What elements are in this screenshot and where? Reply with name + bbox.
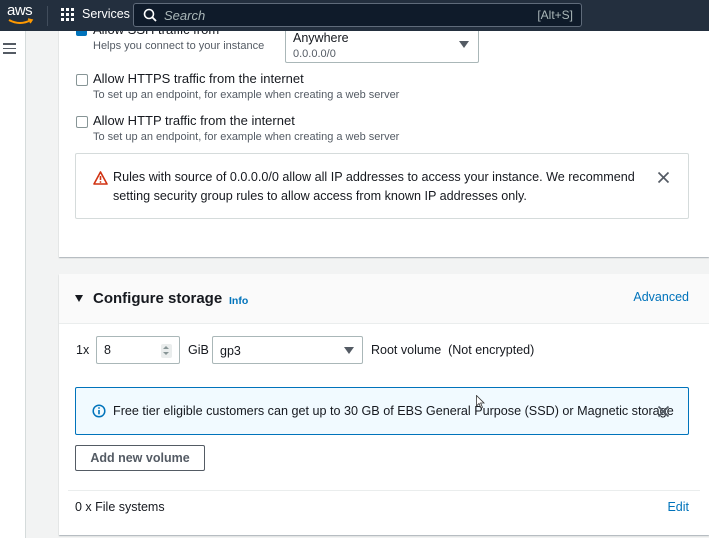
root-volume-row: 1x GiB gp3 Root volume (Not encrypted)	[59, 336, 709, 366]
spinner-icon[interactable]	[161, 344, 172, 358]
menu-icon[interactable]	[3, 43, 16, 54]
aws-logo[interactable]: aws	[7, 2, 37, 28]
https-label: Allow HTTPS traffic from the internet	[93, 71, 304, 86]
file-systems-label: 0 x File systems	[75, 500, 165, 514]
warning-message: Rules with source of 0.0.0.0/0 allow all…	[113, 170, 635, 203]
add-new-volume-button[interactable]: Add new volume	[75, 445, 205, 471]
advanced-link[interactable]: Advanced	[633, 290, 689, 304]
spinner-down-icon[interactable]	[163, 352, 169, 355]
http-checkbox[interactable]	[76, 116, 88, 128]
volume-count: 1x	[76, 343, 90, 357]
sidebar	[0, 31, 26, 538]
search-icon	[143, 8, 157, 22]
ssh-description: Helps you connect to your instance	[93, 40, 265, 52]
nav-divider	[47, 6, 48, 26]
aws-logo-text: aws	[7, 2, 33, 19]
http-label: Allow HTTP traffic from the internet	[93, 113, 295, 128]
services-grid-icon	[61, 7, 74, 21]
volume-type-select[interactable]: gp3	[212, 336, 363, 364]
top-nav: aws Services [Alt+S]	[0, 0, 709, 31]
mouse-pointer-icon	[476, 395, 485, 409]
services-label: Services	[82, 7, 130, 21]
storage-info-link[interactable]: Info	[229, 295, 248, 307]
http-description: To set up an endpoint, for example when …	[93, 131, 400, 143]
search-shortcut-hint: [Alt+S]	[537, 8, 573, 22]
services-menu-button[interactable]: Services	[61, 7, 130, 21]
https-description: To set up an endpoint, for example when …	[93, 89, 400, 101]
ssh-source-cidr: 0.0.0.0/0	[293, 48, 336, 60]
security-warning-alert: Rules with source of 0.0.0.0/0 allow all…	[75, 153, 689, 219]
volume-size-unit: GiB	[188, 343, 209, 357]
volume-size-input[interactable]	[104, 343, 154, 357]
spinner-up-icon[interactable]	[163, 346, 169, 349]
free-tier-info-alert: Free tier eligible customers can get up …	[75, 387, 689, 435]
close-icon[interactable]	[657, 171, 670, 184]
search-input[interactable]	[164, 7, 504, 23]
root-volume-description: Root volume (Not encrypted)	[371, 343, 535, 357]
volume-type-value: gp3	[220, 344, 241, 358]
storage-title[interactable]: Configure storage	[93, 290, 222, 307]
configure-storage-card: Configure storage Info Advanced 1x GiB g…	[59, 274, 709, 535]
info-icon	[92, 404, 106, 418]
collapse-caret-icon[interactable]	[75, 295, 83, 302]
https-checkbox[interactable]	[76, 74, 88, 86]
free-tier-message: Free tier eligible customers can get up …	[113, 404, 674, 418]
ssh-source-value: Anywhere	[293, 31, 349, 45]
search-bar[interactable]: [Alt+S]	[133, 3, 582, 27]
volume-size-stepper[interactable]	[96, 336, 180, 364]
close-icon[interactable]	[657, 405, 670, 418]
warning-icon	[93, 171, 108, 185]
caret-down-icon	[344, 347, 354, 354]
caret-down-icon	[459, 41, 469, 48]
aws-smile-icon	[8, 18, 34, 24]
network-settings-card: Allow SSH traffic from Helps you connect…	[59, 0, 709, 257]
edit-file-systems-link[interactable]: Edit	[667, 500, 689, 514]
divider	[68, 490, 700, 491]
storage-header: Configure storage Info Advanced	[59, 274, 709, 324]
